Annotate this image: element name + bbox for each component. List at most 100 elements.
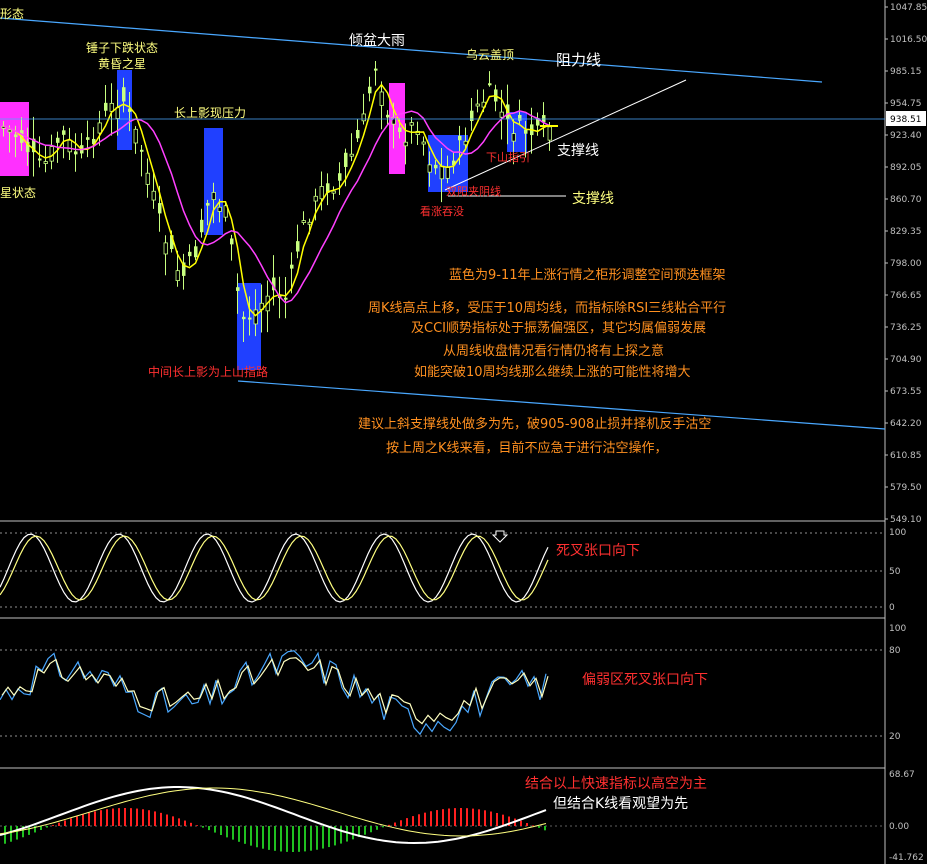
osc1-tick-50: 50 [889, 567, 901, 577]
macd-bar [376, 826, 378, 830]
macd-bar [370, 826, 372, 833]
candle-body [236, 287, 240, 291]
macd-bar [286, 826, 288, 852]
macd-tick-bottom: -41.762 [889, 853, 924, 863]
macd-bar [118, 808, 120, 826]
candle-body [206, 203, 210, 206]
macd-bar [520, 820, 522, 826]
macd-bar [106, 809, 108, 826]
annotation-uphill: 中间长上影为上山指路 [148, 364, 268, 379]
macd-bar [262, 826, 264, 849]
candle-body [151, 190, 156, 201]
osc2-line-yellow [1, 657, 549, 725]
candle-body [253, 309, 258, 325]
macd-bar [310, 826, 312, 851]
candle-body [356, 129, 360, 139]
candle-body [475, 103, 480, 107]
macd-line-yellow [0, 787, 547, 837]
macd-bar [316, 826, 318, 850]
candle-body [307, 221, 312, 225]
macd-bar [406, 818, 408, 826]
macd-bar [274, 826, 276, 851]
y-tick-label: 923.40 [890, 131, 922, 141]
macd-bar [442, 809, 444, 826]
candle-body [349, 153, 354, 157]
candle-body [14, 134, 18, 138]
candle-body [97, 122, 102, 134]
osc2-tick-20: 20 [889, 732, 901, 742]
macd-bar [496, 812, 498, 826]
macd-bar [352, 826, 354, 840]
macd-bar [490, 811, 492, 826]
macd-bar [322, 826, 324, 849]
macd-bar [142, 809, 144, 826]
candle-body [115, 107, 120, 119]
macd-bar [124, 808, 126, 826]
annotation-downpour: 倾盆大雨 [349, 33, 405, 49]
macd-bar [400, 820, 402, 826]
macd-bar [196, 825, 198, 826]
macd-bar [58, 822, 60, 826]
macd-tick-zero: 0.00 [889, 822, 909, 832]
macd-bar [424, 812, 426, 826]
candle-body [421, 141, 426, 145]
macd-bar [184, 820, 186, 826]
analysis-notes: 蓝色为9-11年上涨行情之柜形调整空间预迭框架 周K线高点上移，受压于10周均线… [358, 267, 726, 456]
macd-bar [472, 808, 474, 826]
osc2-tick-100: 100 [889, 624, 906, 634]
candle-body [331, 190, 336, 194]
y-tick-label: 642.20 [890, 419, 922, 429]
y-tick-label: 798.00 [890, 259, 922, 269]
macd-bar [346, 826, 348, 842]
candle-body [163, 242, 168, 255]
panel-frames [0, 0, 886, 864]
annotation-support-1: 支撑线 [557, 143, 599, 159]
candle-body [67, 139, 72, 153]
candle-body [403, 141, 408, 147]
candle-body [145, 172, 150, 185]
macd-bar [478, 809, 480, 826]
macd-bar [148, 810, 150, 826]
macd-bar [256, 826, 258, 848]
candle-body [56, 137, 60, 143]
candle-body [547, 126, 552, 141]
macd-bar [292, 826, 294, 852]
macd-bar [340, 826, 342, 844]
macd-annotation-2: 但结合K线看观望为先 [553, 796, 688, 812]
magenta-box-top [389, 83, 405, 174]
macd-bar [214, 826, 216, 833]
candle-body [140, 149, 144, 152]
candle-body [386, 114, 390, 118]
macd-bar [76, 816, 78, 826]
candle-body [458, 135, 462, 141]
macd-bar [172, 816, 174, 826]
candle-body [242, 316, 246, 320]
main-y-axis: 1047.85 1016.50 985.15 954.75 923.40 892.05 86… [885, 3, 927, 525]
macd-annotation-1: 结合以上快速指标以高空为主 [525, 775, 707, 792]
macd-bar [136, 808, 138, 826]
macd-bar [430, 811, 432, 826]
candle-body [409, 122, 414, 126]
annotation-downhill: 下山指引 [486, 150, 530, 164]
macd-bar [82, 814, 84, 826]
y-tick-label: 549.10 [890, 515, 922, 525]
candle-body [62, 130, 66, 135]
macd-bar [268, 826, 270, 850]
y-tick-label: 766.65 [890, 291, 922, 301]
macd-bar [394, 822, 396, 826]
note-line-4: 从周线收盘情况看行情仍将有上探之意 [443, 343, 664, 359]
candle-body [290, 264, 294, 269]
macd-bar [328, 826, 330, 848]
note-line-3: 及CCI顺势指标处于振荡偏强区，其它均属偏弱发展 [411, 320, 706, 336]
annotation-upper-shadow: 长上影现压力 [174, 106, 246, 120]
rising-support-line [444, 79, 687, 191]
y-tick-label: 673.55 [890, 387, 922, 397]
osc2-annotation: 偏弱区死叉张口向下 [582, 672, 708, 688]
candle-body [133, 128, 138, 144]
macd-bar [190, 822, 192, 826]
macd-bar [526, 823, 528, 826]
candle-body [284, 297, 288, 300]
note-line-1: 蓝色为9-11年上涨行情之柜形调整空间预迭框架 [449, 267, 726, 283]
macd-bar [460, 808, 462, 826]
osc2-tick-80: 80 [889, 646, 901, 656]
